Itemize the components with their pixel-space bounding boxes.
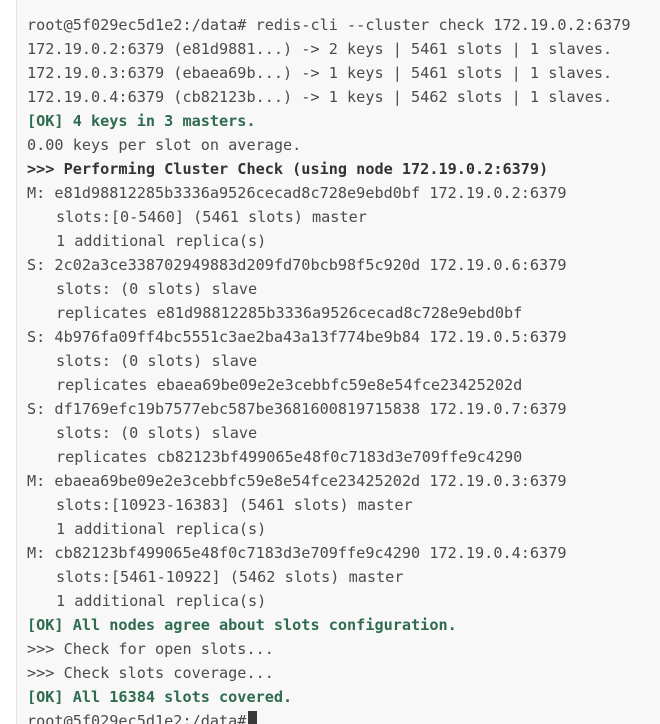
node-detail-line: slots:[5461-10922] (5462 slots) master [56,568,404,586]
node-line: S: 4b976fa09ff4bc5551c3ae2ba43a13f774be9… [27,328,567,346]
node-detail-line: slots: (0 slots) slave [56,424,258,442]
node-detail-line: slots: (0 slots) slave [56,352,258,370]
node-line: M: e81d98812285b3336a9526cecad8c728e9ebd… [27,184,567,202]
command-line: root@5f029ec5d1e2:/data# redis-cli --clu… [27,16,631,34]
node-detail-line: slots:[0-5460] (5461 slots) master [56,208,367,226]
output-line: 172.19.0.2:6379 (e81d9881...) -> 2 keys … [27,40,613,58]
ok-line: [OK] 4 keys in 3 masters. [27,112,256,130]
node-line: M: ebaea69be09e2e3cebbfc59e8e54fce234252… [27,472,567,490]
node-detail-line: 1 additional replica(s) [56,232,267,250]
check-line: >>> Check slots coverage... [27,664,274,682]
shell-prompt: root@5f029ec5d1e2:/data# [27,712,247,724]
node-detail-line: replicates cb82123bf499065e48f0c7183d3e7… [56,448,523,466]
node-detail-line: slots: (0 slots) slave [56,280,258,298]
output-line: 172.19.0.3:6379 (ebaea69b...) -> 1 keys … [27,64,613,82]
output-line: 0.00 keys per slot on average. [27,136,302,154]
node-detail-line: slots:[10923-16383] (5461 slots) master [56,496,413,514]
terminal-window[interactable]: root@5f029ec5d1e2:/data# redis-cli --clu… [16,0,660,724]
cursor [248,711,258,724]
node-detail-line: replicates ebaea69be09e2e3cebbfc59e8e54f… [56,376,523,394]
ok-line: [OK] All 16384 slots covered. [27,688,293,706]
node-line: S: 2c02a3ce338702949883d209fd70bcb98f5c9… [27,256,567,274]
ok-line: [OK] All nodes agree about slots configu… [27,616,457,634]
section-line: >>> Performing Cluster Check (using node… [27,160,549,178]
node-detail-line: replicates e81d98812285b3336a9526cecad8c… [56,304,523,322]
node-line: S: df1769efc19b7577ebc587be3681600819715… [27,400,567,418]
prompt-line[interactable]: root@5f029ec5d1e2:/data# [27,709,630,724]
check-line: >>> Check for open slots... [27,640,274,658]
output-line: 172.19.0.4:6379 (cb82123b...) -> 1 keys … [27,88,613,106]
terminal-output: root@5f029ec5d1e2:/data# redis-cli --clu… [27,13,630,724]
node-line: M: cb82123bf499065e48f0c7183d3e709ffe9c4… [27,544,567,562]
node-detail-line: 1 additional replica(s) [56,592,267,610]
node-detail-line: 1 additional replica(s) [56,520,267,538]
